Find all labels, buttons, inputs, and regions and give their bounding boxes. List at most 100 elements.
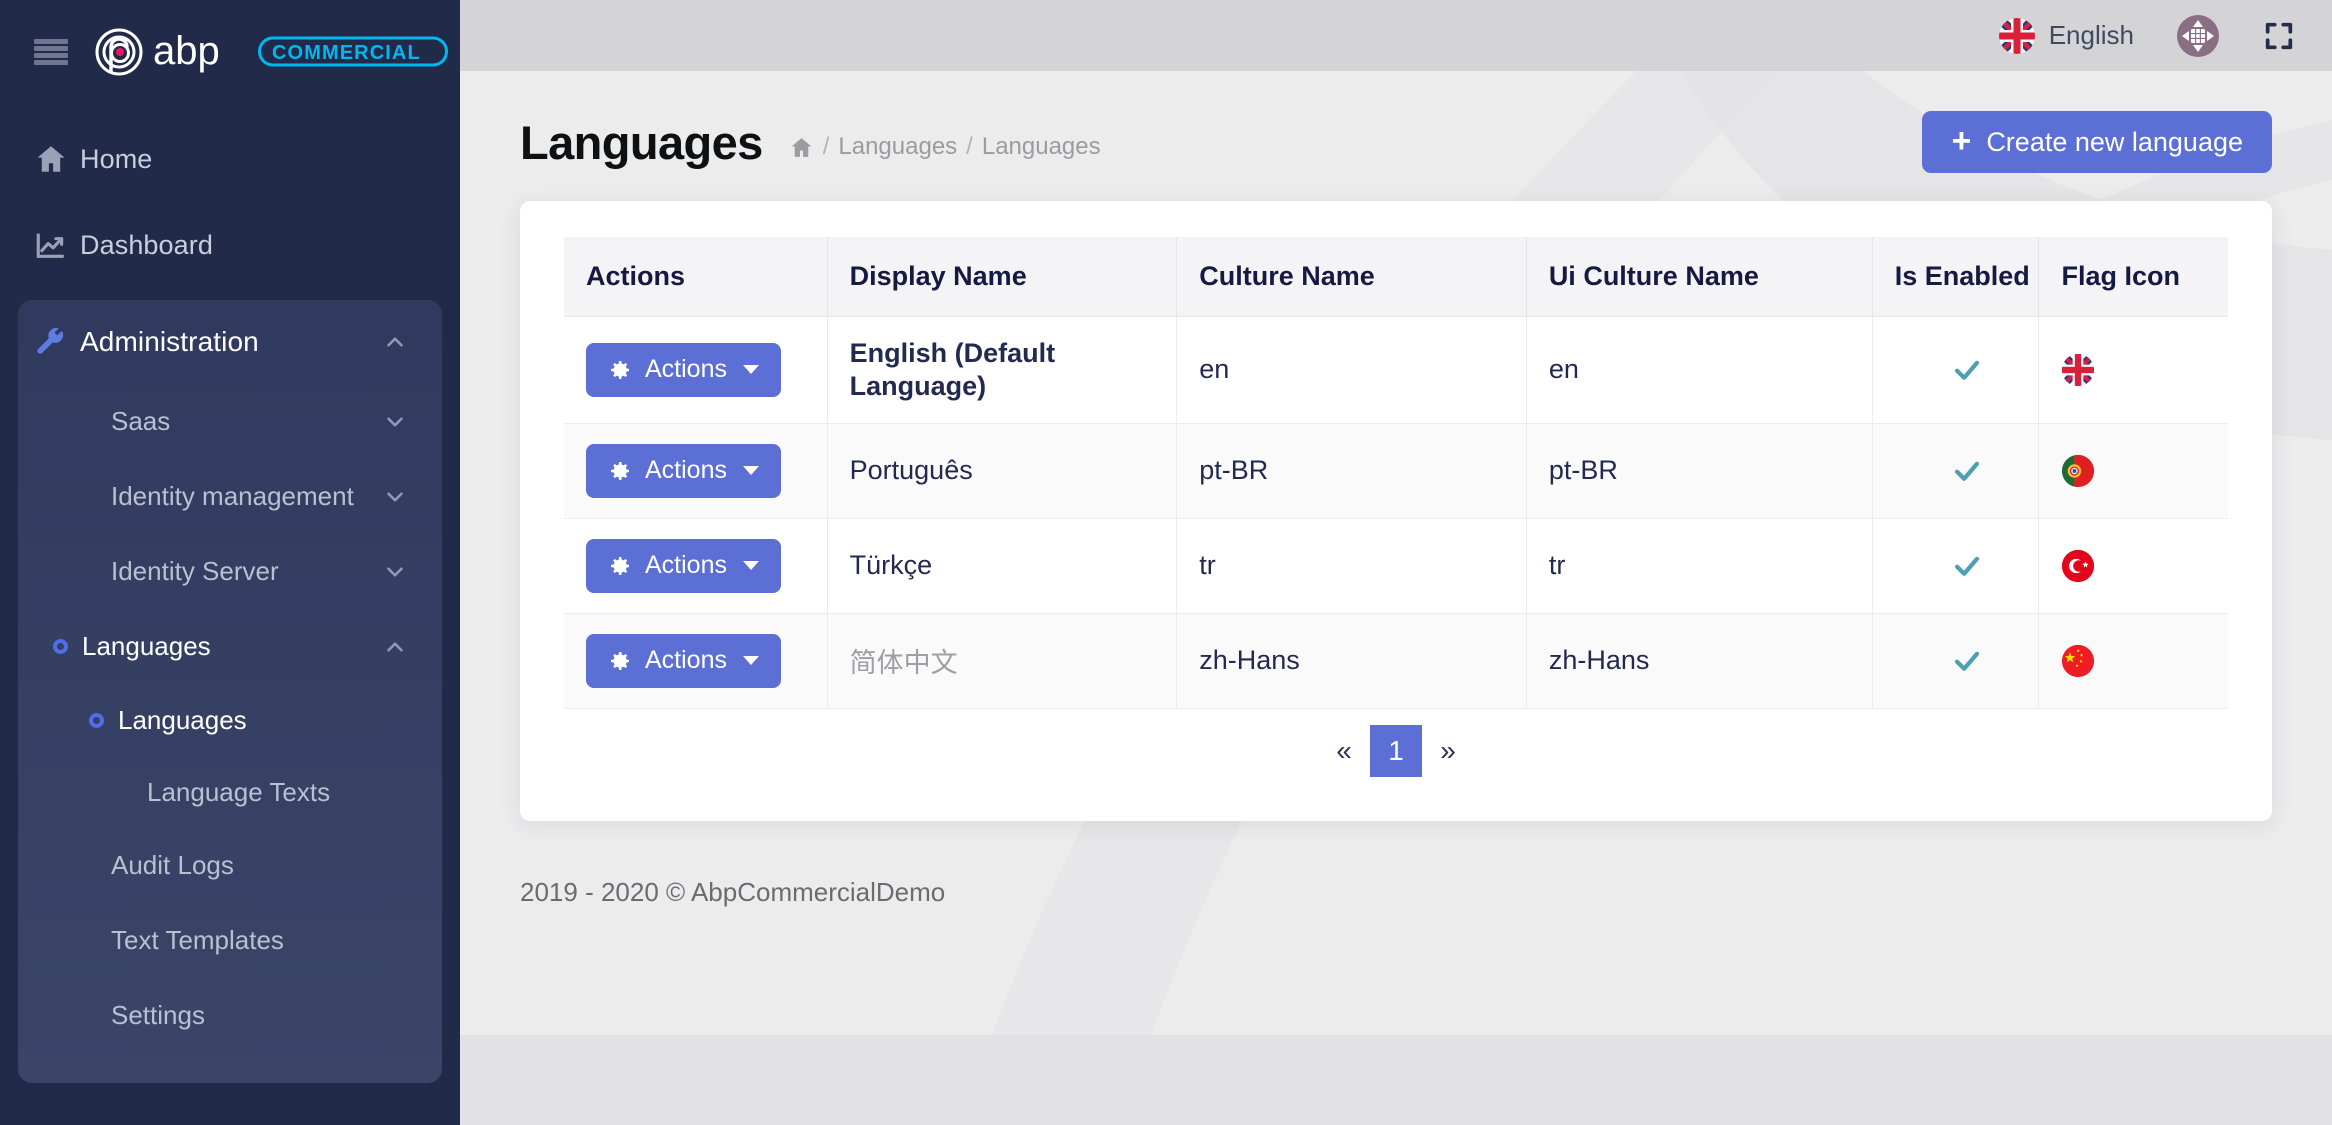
- table-row: Actions English (Default Language) en en: [564, 317, 2228, 424]
- sidebar-item-home[interactable]: Home: [0, 116, 460, 202]
- column-header-actions[interactable]: Actions: [564, 237, 827, 317]
- cell-ui-culture-name: pt-BR: [1526, 423, 1872, 518]
- column-header-flag-icon[interactable]: Flag Icon: [2039, 237, 2228, 317]
- row-actions-cell: Actions: [564, 613, 827, 708]
- sidebar-item-label: Home: [80, 144, 152, 175]
- topbar: English: [460, 0, 2332, 71]
- display-name-text: Português: [850, 455, 973, 485]
- sidebar-item-label: Settings: [111, 1000, 205, 1031]
- caret-down-icon: [743, 365, 759, 374]
- cell-ui-culture-name: zh-Hans: [1526, 613, 1872, 708]
- column-header-culture-name[interactable]: Culture Name: [1177, 237, 1527, 317]
- abp-logo-icon: [94, 27, 144, 77]
- brand-logo[interactable]: abp COMMERCIAL: [94, 27, 448, 77]
- sidebar-item-saas[interactable]: Saas: [18, 384, 442, 459]
- sidebar-item-label: Identity management: [111, 481, 354, 512]
- column-header-ui-culture-name[interactable]: Ui Culture Name: [1526, 237, 1872, 317]
- sidebar-item-language-texts[interactable]: Language Texts: [18, 756, 442, 828]
- sidebar-item-administration[interactable]: Administration: [18, 300, 442, 384]
- sidebar-item-languages[interactable]: Languages: [18, 609, 442, 684]
- sidebar-group-label: Administration: [80, 326, 259, 358]
- cell-display-name: Português: [827, 423, 1177, 518]
- pagination: « 1 »: [564, 709, 2228, 783]
- fullscreen-icon[interactable]: [2262, 19, 2296, 53]
- cell-is-enabled: [1872, 423, 2039, 518]
- breadcrumb: / Languages / Languages: [789, 133, 1101, 161]
- sidebar-item-label: Language Texts: [147, 777, 330, 808]
- page-header: Languages / Languages / Languages + Crea…: [520, 71, 2272, 193]
- pagination-page-1[interactable]: 1: [1370, 725, 1422, 777]
- caret-down-icon: [743, 656, 759, 665]
- cell-culture-name: pt-BR: [1177, 423, 1527, 518]
- sidebar-item-label: Dashboard: [80, 230, 213, 261]
- home-icon[interactable]: [789, 135, 814, 160]
- plus-icon: +: [1951, 124, 1971, 158]
- cell-ui-culture-name: tr: [1526, 518, 1872, 613]
- display-name-text: Türkçe: [850, 550, 933, 580]
- row-actions-button[interactable]: Actions: [586, 634, 781, 688]
- cell-ui-culture-name: en: [1526, 317, 1872, 424]
- sidebar-item-label: Languages: [118, 705, 247, 736]
- hamburger-icon[interactable]: [34, 39, 68, 66]
- column-header-display-name[interactable]: Display Name: [827, 237, 1177, 317]
- svg-text:COMMERCIAL: COMMERCIAL: [272, 42, 421, 64]
- row-actions-button[interactable]: Actions: [586, 444, 781, 498]
- create-new-language-button[interactable]: + Create new language: [1922, 111, 2272, 173]
- portugal-flag-icon: [2061, 454, 2095, 488]
- cell-culture-name: tr: [1177, 518, 1527, 613]
- table-row: Actions 简体中文 zh-Hans zh-Hans: [564, 613, 2228, 708]
- home-icon: [34, 142, 80, 176]
- row-actions-label: Actions: [645, 646, 727, 675]
- pagination-next-button[interactable]: »: [1422, 725, 1474, 777]
- table-head: Actions Display Name Culture Name Ui Cul…: [564, 237, 2228, 317]
- abp-text: abp: [153, 30, 258, 74]
- table-row: Actions Português pt-BR pt-BR: [564, 423, 2228, 518]
- uk-flag-icon: [1998, 17, 2036, 55]
- cell-is-enabled: [1872, 518, 2039, 613]
- sidebar-group-administration: Administration Saas Identity management: [18, 300, 442, 1083]
- pagination-row: « 1 »: [564, 708, 2228, 783]
- breadcrumb-item-current[interactable]: Languages: [982, 133, 1101, 161]
- breadcrumb-item-languages[interactable]: Languages: [838, 133, 957, 161]
- pagination-cell: « 1 »: [564, 708, 2228, 783]
- row-actions-button[interactable]: Actions: [586, 343, 781, 397]
- chevron-down-icon: [382, 559, 408, 585]
- sidebar: abp COMMERCIAL Home: [0, 0, 460, 1125]
- table-row: Actions Türkçe tr tr: [564, 518, 2228, 613]
- pagination-prev-button[interactable]: «: [1318, 725, 1370, 777]
- sidebar-item-languages-child[interactable]: Languages: [18, 684, 442, 756]
- cell-display-name: 简体中文: [827, 613, 1177, 708]
- gear-icon: [608, 459, 632, 483]
- check-icon: [1950, 644, 1984, 678]
- sidebar-item-audit-logs[interactable]: Audit Logs: [18, 828, 442, 903]
- wrench-icon: [34, 325, 80, 359]
- row-actions-label: Actions: [645, 551, 727, 580]
- main-area: English Lan: [460, 0, 2332, 1125]
- sidebar-nav: Home Dashboard: [0, 116, 460, 1083]
- caret-down-icon: [743, 561, 759, 570]
- row-actions-button[interactable]: Actions: [586, 539, 781, 593]
- svg-text:abp: abp: [153, 30, 220, 73]
- sidebar-item-label: Identity Server: [111, 556, 279, 587]
- sidebar-item-identity-server[interactable]: Identity Server: [18, 534, 442, 609]
- user-avatar[interactable]: [2176, 14, 2220, 58]
- caret-down-icon: [743, 466, 759, 475]
- sidebar-item-dashboard[interactable]: Dashboard: [0, 202, 460, 288]
- cell-flag-icon: [2039, 613, 2228, 708]
- row-actions-label: Actions: [645, 456, 727, 485]
- sidebar-item-text-templates[interactable]: Text Templates: [18, 903, 442, 978]
- sidebar-item-label: Languages: [82, 631, 211, 662]
- sidebar-item-label: Saas: [111, 406, 170, 437]
- cell-display-name: English (Default Language): [827, 317, 1177, 424]
- active-bullet-icon: [53, 639, 68, 654]
- sidebar-item-identity-management[interactable]: Identity management: [18, 459, 442, 534]
- cell-is-enabled: [1872, 317, 2039, 424]
- breadcrumb-separator: /: [966, 133, 973, 161]
- language-switcher[interactable]: English: [1998, 17, 2134, 55]
- cell-display-name: Türkçe: [827, 518, 1177, 613]
- chevron-down-icon: [382, 484, 408, 510]
- gear-icon: [608, 358, 632, 382]
- sidebar-item-settings[interactable]: Settings: [18, 978, 442, 1053]
- column-header-is-enabled[interactable]: Is Enabled: [1872, 237, 2039, 317]
- footer: 2019 - 2020 © AbpCommercialDemo: [460, 821, 2332, 908]
